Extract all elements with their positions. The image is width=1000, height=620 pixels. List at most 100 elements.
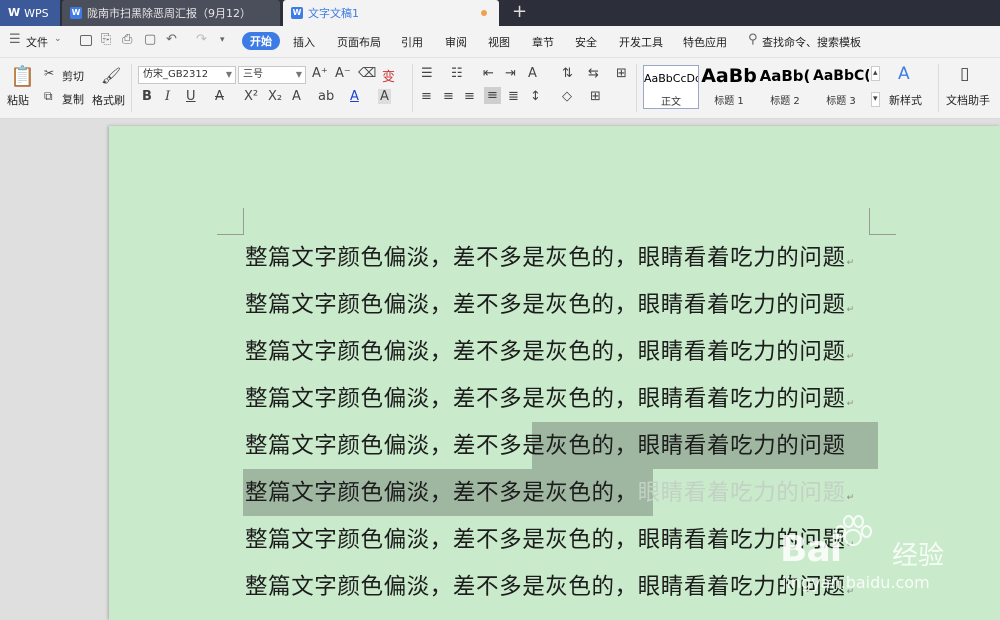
subscript-icon[interactable]: X₂ bbox=[268, 89, 282, 104]
phonetic-guide-icon[interactable]: 变 bbox=[382, 66, 395, 85]
new-tab-button[interactable]: + bbox=[512, 2, 527, 22]
justify-icon[interactable]: ≡ bbox=[484, 87, 501, 104]
format-painter-icon[interactable]: 🖌 bbox=[101, 66, 121, 85]
shrink-font-icon[interactable]: A⁻ bbox=[335, 66, 351, 81]
underline-icon[interactable]: U bbox=[186, 89, 196, 104]
style-heading-3[interactable]: AaBbC( 标题 3 bbox=[813, 65, 869, 109]
file-menu[interactable]: 文件 bbox=[26, 34, 48, 50]
clear-format-icon[interactable]: ⌫ bbox=[358, 66, 376, 81]
print-icon[interactable]: ⎙ bbox=[122, 32, 132, 47]
menu-security[interactable]: 安全 bbox=[575, 34, 597, 50]
font-name-select[interactable]: 仿宋_GB2312 ▼ bbox=[138, 66, 236, 84]
text-line[interactable]: 整篇文字颜色偏淡，差不多是灰色的，眼睛看着吃力的问题↵ bbox=[245, 572, 855, 602]
strikethrough-icon[interactable]: A bbox=[215, 89, 224, 104]
numbered-list-icon[interactable]: ☷ bbox=[451, 66, 463, 81]
menu-start[interactable]: 开始 bbox=[242, 32, 280, 50]
menu-references[interactable]: 引用 bbox=[401, 34, 423, 50]
text-unselected: 整篇文字颜色偏淡，差不多 bbox=[245, 433, 523, 459]
menu-insert[interactable]: 插入 bbox=[293, 34, 315, 50]
doc-assistant-icon[interactable]: ▯ bbox=[960, 64, 969, 84]
text-direction-icon[interactable]: A bbox=[528, 66, 537, 81]
bullet-list-icon[interactable]: ☰ bbox=[421, 66, 433, 81]
increase-indent-icon[interactable]: ⇥ bbox=[505, 66, 516, 81]
borders-icon[interactable]: ⊞ bbox=[590, 89, 601, 104]
line-spacing-icon[interactable]: ↕ bbox=[530, 89, 541, 104]
font-color-icon[interactable]: A bbox=[350, 89, 359, 104]
style-heading-1-label: 标题 1 bbox=[714, 96, 744, 107]
word-doc-icon: W bbox=[291, 7, 303, 19]
copy-icon[interactable]: ⧉ bbox=[44, 89, 53, 104]
text-line-partially-selected[interactable]: 整篇文字颜色偏淡，差不多是灰色的，眼睛看着吃力的问题↵ bbox=[245, 478, 855, 508]
menu-chapter[interactable]: 章节 bbox=[532, 34, 554, 50]
style-heading-2[interactable]: AaBb( 标题 2 bbox=[757, 65, 813, 109]
separator bbox=[131, 64, 132, 112]
print-preview-icon[interactable]: ▢ bbox=[144, 32, 156, 47]
text-effect-icon[interactable]: A bbox=[292, 89, 301, 104]
undo-icon[interactable]: ↶ bbox=[166, 32, 177, 47]
chevron-down-icon[interactable]: ⌄ bbox=[54, 34, 62, 44]
search-icon[interactable]: ⚲ bbox=[748, 32, 758, 47]
command-search[interactable]: 查找命令、搜索模板 bbox=[762, 34, 861, 50]
tab-wps-home[interactable]: W WPS bbox=[0, 0, 60, 26]
format-painter-button[interactable]: 格式刷 bbox=[92, 92, 125, 108]
italic-icon[interactable]: I bbox=[165, 89, 170, 104]
tab-document-active[interactable]: W 文字文稿1 bbox=[283, 0, 499, 26]
menu-page-layout[interactable]: 页面布局 bbox=[337, 34, 381, 50]
menu-features[interactable]: 特色应用 bbox=[683, 34, 727, 50]
distributed-icon[interactable]: ≣ bbox=[508, 89, 519, 104]
paste-icon[interactable]: 📋 bbox=[10, 64, 35, 88]
style-heading-3-label: 标题 3 bbox=[826, 96, 856, 107]
chevron-down-icon: ▼ bbox=[225, 70, 232, 79]
paragraph-mark-icon: ↵ bbox=[846, 352, 855, 362]
tab-document-report[interactable]: W 陇南市扫黑除恶周汇报（9月12） bbox=[62, 0, 280, 26]
save-icon[interactable] bbox=[80, 35, 92, 46]
decrease-indent-icon[interactable]: ⇤ bbox=[483, 66, 494, 81]
customize-toolbar-icon[interactable]: ▾ bbox=[220, 35, 225, 45]
char-shading-icon[interactable]: A bbox=[378, 89, 391, 104]
text-line-partially-selected[interactable]: 整篇文字颜色偏淡，差不多是灰色的，眼睛看着吃力的问题 bbox=[245, 431, 846, 461]
margin-corner-top-left bbox=[217, 208, 244, 235]
font-name-value: 仿宋_GB2312 bbox=[143, 69, 209, 80]
menu-review[interactable]: 审阅 bbox=[445, 34, 467, 50]
font-size-select[interactable]: 三号 ▼ bbox=[238, 66, 306, 84]
shading-icon[interactable]: ◇ bbox=[562, 89, 572, 104]
scissors-icon[interactable]: ✂ bbox=[44, 66, 54, 80]
style-heading-2-label: 标题 2 bbox=[770, 96, 800, 107]
align-center-icon[interactable]: ≡ bbox=[443, 89, 454, 104]
styles-scroll-up-icon[interactable]: ▴ bbox=[871, 66, 880, 81]
align-right-icon[interactable]: ≡ bbox=[464, 89, 475, 104]
sort-icon[interactable]: ⇅ bbox=[562, 66, 573, 81]
export-icon[interactable]: ⎘ bbox=[101, 32, 111, 47]
highlight-icon[interactable]: ab bbox=[318, 89, 334, 104]
menu-developer[interactable]: 开发工具 bbox=[619, 34, 663, 50]
tab-doc1-label: 陇南市扫黑除恶周汇报（9月12） bbox=[87, 7, 251, 20]
bold-icon[interactable]: B bbox=[142, 89, 152, 104]
menu-view[interactable]: 视图 bbox=[488, 34, 510, 50]
doc-assistant-button[interactable]: 文档助手 bbox=[946, 92, 990, 108]
style-normal[interactable]: AaBbCcDd 正文 bbox=[643, 65, 699, 109]
redo-icon[interactable]: ↷ bbox=[196, 32, 207, 47]
text-selected: 是灰色的，眼睛看着吃力的问题 bbox=[522, 433, 846, 459]
copy-button[interactable]: 复制 bbox=[62, 91, 84, 107]
text-line[interactable]: 整篇文字颜色偏淡，差不多是灰色的，眼睛看着吃力的问题↵ bbox=[245, 525, 855, 555]
grow-font-icon[interactable]: A⁺ bbox=[312, 66, 328, 81]
style-heading-2-sample: AaBb( bbox=[759, 67, 811, 85]
hamburger-menu-icon[interactable]: ☰ bbox=[9, 32, 21, 47]
styles-more-icon[interactable]: ▾ bbox=[871, 92, 880, 107]
new-style-icon[interactable]: A bbox=[898, 64, 910, 84]
text-line[interactable]: 整篇文字颜色偏淡，差不多是灰色的，眼睛看着吃力的问题↵ bbox=[245, 290, 855, 320]
new-style-button[interactable]: 新样式 bbox=[889, 92, 922, 108]
text-line[interactable]: 整篇文字颜色偏淡，差不多是灰色的，眼睛看着吃力的问题↵ bbox=[245, 243, 855, 273]
table-icon[interactable]: ⊞ bbox=[616, 66, 627, 81]
baidu-jingyan-watermark: Bai 经验 jingyan.baidu.com bbox=[780, 515, 990, 595]
text-line[interactable]: 整篇文字颜色偏淡，差不多是灰色的，眼睛看着吃力的问题↵ bbox=[245, 384, 855, 414]
text-line[interactable]: 整篇文字颜色偏淡，差不多是灰色的，眼睛看着吃力的问题↵ bbox=[245, 337, 855, 367]
align-left-icon[interactable]: ≡ bbox=[421, 89, 432, 104]
text-line-content: 整篇文字颜色偏淡，差不多是灰色的，眼睛看着吃力的问题 bbox=[245, 292, 846, 318]
superscript-icon[interactable]: X² bbox=[244, 89, 258, 104]
style-heading-1[interactable]: AaBb 标题 1 bbox=[701, 65, 757, 109]
paste-button[interactable]: 粘贴 bbox=[7, 92, 29, 108]
paragraph-settings-icon[interactable]: ⇆ bbox=[588, 66, 599, 81]
cut-button[interactable]: 剪切 bbox=[62, 68, 84, 84]
watermark-jingyan: 经验 bbox=[892, 541, 945, 571]
